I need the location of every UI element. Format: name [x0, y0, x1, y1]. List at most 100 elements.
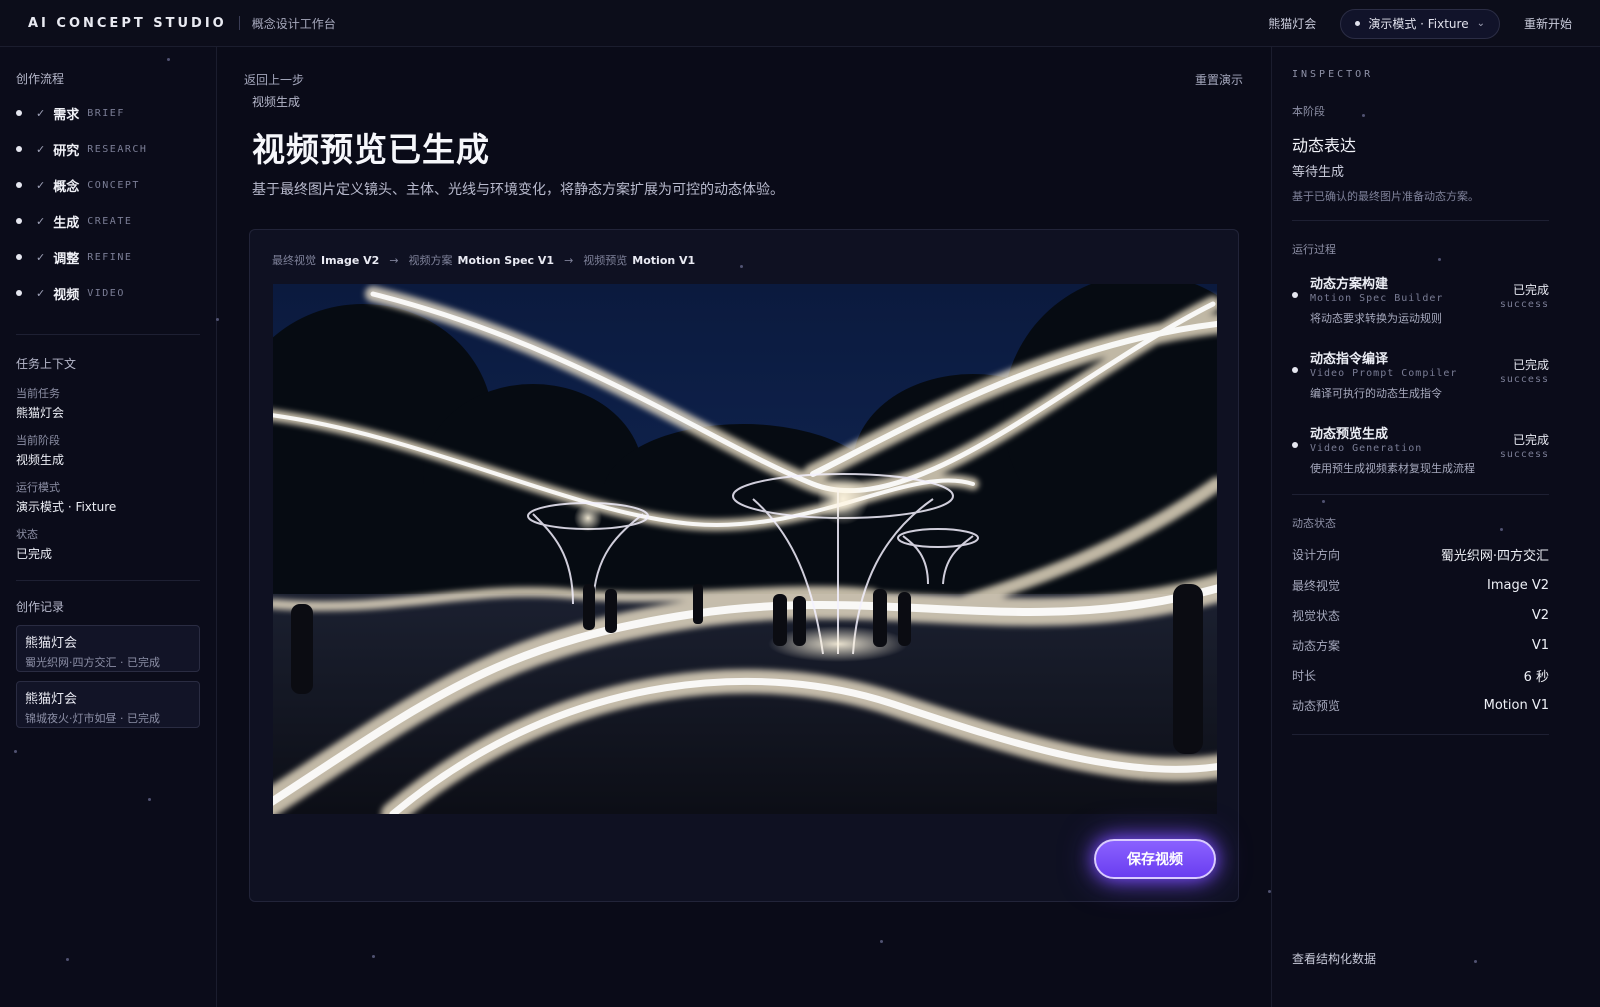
process-status: 已完成	[1512, 358, 1549, 372]
inspector-title: INSPECTOR	[1292, 69, 1374, 80]
process-status: 已完成	[1512, 283, 1549, 297]
star-decoration	[1362, 114, 1365, 117]
video-preview[interactable]	[273, 284, 1217, 814]
context-value-stage: 视频生成	[16, 453, 65, 467]
process-dot	[1292, 292, 1298, 298]
inspector-divider	[1292, 734, 1549, 735]
star-decoration	[167, 58, 170, 61]
star-decoration	[740, 265, 743, 268]
context-label-task: 当前任务	[16, 387, 60, 400]
state-value: 6 秒	[1523, 669, 1549, 685]
star-decoration	[1322, 500, 1325, 503]
brand-subtitle: 概念设计工作台	[251, 16, 336, 31]
process-item-prompt-compiler: 动态指令编译 Video Prompt Compiler 编译可执行的动态生成指…	[1292, 348, 1549, 408]
step-code: CREATE	[87, 215, 133, 227]
state-row-visual-state: 视觉状态 V2	[1292, 606, 1549, 624]
process-title: 动态方案构建	[1310, 277, 1389, 292]
project-name[interactable]: 熊猫灯会	[1268, 15, 1316, 32]
star-decoration	[1268, 890, 1271, 893]
step-label: 调整	[53, 251, 80, 267]
step-video[interactable]: ✓ 视频 VIDEO	[16, 284, 125, 303]
mode-selector[interactable]: 演示模式 · Fixture ⌄	[1340, 8, 1500, 39]
process-dot	[1292, 367, 1298, 373]
step-code: RESEARCH	[87, 143, 148, 155]
step-research[interactable]: ✓ 研究 RESEARCH	[16, 140, 148, 159]
step-label: 需求	[53, 107, 80, 123]
star-decoration	[148, 798, 151, 801]
stage-label: 本阶段	[1292, 105, 1325, 118]
pipeline-value: Motion V1	[632, 253, 696, 267]
restart-button[interactable]: 重新开始	[1524, 15, 1572, 32]
reset-demo-button[interactable]: 重置演示	[1195, 71, 1243, 88]
star-decoration	[14, 750, 17, 753]
state-key: 视觉状态	[1292, 608, 1341, 623]
star-decoration	[1500, 528, 1503, 531]
context-value-status: 已完成	[16, 547, 53, 561]
state-row-motion-preview: 动态预览 Motion V1	[1292, 696, 1549, 714]
step-label: 概念	[53, 179, 80, 195]
inspector-divider	[1292, 494, 1549, 495]
process-description: 使用预生成视频素材复现生成流程	[1310, 462, 1475, 475]
pipeline-value: Motion Spec V1	[457, 253, 555, 267]
inspector-divider	[1292, 220, 1549, 221]
sidebar-divider	[16, 580, 200, 581]
arrow-right-icon: →	[389, 253, 399, 267]
check-icon: ✓	[36, 214, 46, 228]
stage-description: 基于已确认的最终图片准备动态方案。	[1292, 190, 1479, 203]
state-row-final-visual: 最终视觉 Image V2	[1292, 576, 1549, 594]
state-row-direction: 设计方向 蜀光织网·四方交汇	[1292, 545, 1549, 564]
pipeline-label: 视频预览	[583, 254, 628, 267]
preview-card: 最终视觉 Image V2 → 视频方案 Motion Spec V1 → 视频…	[249, 229, 1239, 902]
context-label-mode: 运行模式	[16, 481, 60, 494]
step-dot	[16, 218, 22, 224]
check-icon: ✓	[36, 106, 46, 120]
stage-status: 等待生成	[1292, 165, 1345, 180]
main-content: 返回上一步 重置演示 视频生成 视频预览已生成 基于最终图片定义镜头、主体、光线…	[217, 47, 1271, 1007]
stage-name: 动态表达	[1292, 136, 1357, 155]
arrow-right-icon: →	[564, 253, 574, 267]
check-icon: ✓	[36, 142, 46, 156]
step-refine[interactable]: ✓ 调整 REFINE	[16, 248, 132, 267]
video-preview-image	[273, 284, 1217, 814]
step-dot	[16, 254, 22, 260]
state-value: V2	[1531, 607, 1549, 623]
process-label: 运行过程	[1292, 243, 1336, 256]
record-item[interactable]: 熊猫灯会 蜀光织网·四方交汇 · 已完成	[16, 625, 200, 672]
state-key: 动态方案	[1292, 638, 1341, 653]
mode-status-dot	[1355, 21, 1361, 26]
process-status-code: success	[1499, 449, 1549, 460]
top-bar: AI CONCEPT STUDIO 概念设计工作台 熊猫灯会 演示模式 · Fi…	[0, 0, 1600, 47]
breadcrumb: 视频生成	[252, 95, 301, 109]
process-description: 编译可执行的动态生成指令	[1310, 387, 1442, 400]
step-label: 生成	[53, 215, 80, 231]
step-code: CONCEPT	[87, 179, 140, 191]
view-structured-data-link[interactable]: 查看结构化数据	[1292, 950, 1376, 967]
record-title: 熊猫灯会	[25, 692, 78, 707]
record-item[interactable]: 熊猫灯会 锦城夜火·灯市如昼 · 已完成	[16, 681, 200, 728]
sidebar-divider	[16, 334, 200, 335]
state-row-motion-spec: 动态方案 V1	[1292, 636, 1549, 654]
step-dot	[16, 110, 22, 116]
step-label: 研究	[53, 143, 80, 159]
back-button[interactable]: 返回上一步	[244, 71, 304, 88]
pipeline-label: 视频方案	[408, 254, 453, 267]
step-create[interactable]: ✓ 生成 CREATE	[16, 212, 133, 231]
pipeline-breadcrumb: 最终视觉 Image V2 → 视频方案 Motion Spec V1 → 视频…	[272, 252, 695, 268]
record-title: 熊猫灯会	[25, 636, 78, 651]
step-concept[interactable]: ✓ 概念 CONCEPT	[16, 176, 140, 195]
save-video-button[interactable]: 保存视频	[1094, 839, 1216, 879]
state-value: Motion V1	[1483, 697, 1549, 713]
top-actions: 熊猫灯会 演示模式 · Fixture ⌄ 重新开始	[1268, 0, 1572, 47]
page-title: 视频预览已生成	[252, 130, 490, 169]
step-brief[interactable]: ✓ 需求 BRIEF	[16, 104, 125, 123]
process-status-code: success	[1499, 374, 1549, 385]
sidebar: 创作流程 ✓ 需求 BRIEF ✓ 研究 RESEARCH ✓ 概念 CONCE…	[0, 47, 217, 1007]
context-title: 任务上下文	[16, 357, 77, 371]
process-code-name: Motion Spec Builder	[1310, 293, 1444, 304]
step-label: 视频	[53, 287, 80, 303]
context-label-stage: 当前阶段	[16, 434, 60, 447]
state-key: 最终视觉	[1292, 578, 1341, 593]
flow-title: 创作流程	[16, 72, 65, 86]
state-label: 动态状态	[1292, 517, 1336, 530]
step-code: VIDEO	[87, 287, 125, 299]
